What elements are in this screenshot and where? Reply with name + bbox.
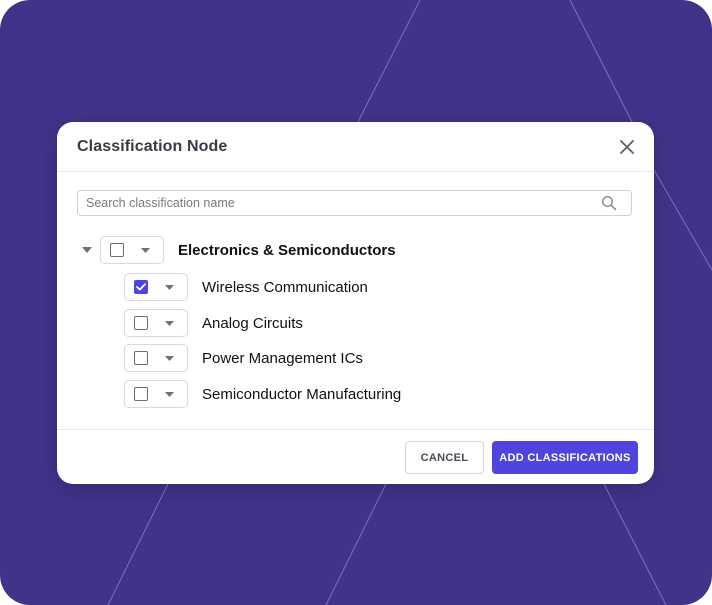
checkmark-icon xyxy=(136,283,146,291)
close-button[interactable] xyxy=(616,136,638,158)
header-divider xyxy=(57,171,654,172)
caret-down-icon xyxy=(164,320,174,326)
tree-node-label: Wireless Communication xyxy=(202,278,368,296)
dialog-title: Classification Node xyxy=(77,138,228,155)
caret-down-icon xyxy=(82,247,92,253)
options-dropdown[interactable] xyxy=(161,315,177,331)
tree-row-child: Wireless Communication xyxy=(124,273,368,301)
child-checkbox[interactable] xyxy=(134,351,148,365)
checkbox-group xyxy=(124,309,188,337)
tree-node-label: Power Management ICs xyxy=(202,349,363,367)
tree-row-child: Power Management ICs xyxy=(124,344,363,372)
tree-row-root: Electronics & Semiconductors xyxy=(79,236,396,264)
tree-node-label: Analog Circuits xyxy=(202,314,303,332)
root-checkbox[interactable] xyxy=(110,243,124,257)
close-icon xyxy=(620,140,634,154)
options-dropdown[interactable] xyxy=(161,279,177,295)
checkbox-group xyxy=(100,236,164,264)
classification-dialog: Classification Node Search classificatio… xyxy=(57,122,654,484)
tree-row-child: Semiconductor Manufacturing xyxy=(124,380,401,408)
options-dropdown[interactable] xyxy=(137,242,153,258)
caret-down-icon xyxy=(164,391,174,397)
expand-toggle[interactable] xyxy=(79,242,95,258)
search-input[interactable] xyxy=(78,191,601,215)
footer-divider xyxy=(57,429,654,430)
caret-down-icon xyxy=(164,355,174,361)
search-box xyxy=(77,190,632,216)
caret-down-icon xyxy=(140,247,150,253)
tree-row-child: Analog Circuits xyxy=(124,309,303,337)
options-dropdown[interactable] xyxy=(161,386,177,402)
checkbox-group xyxy=(124,380,188,408)
tree-node-label: Electronics & Semiconductors xyxy=(178,241,396,259)
caret-down-icon xyxy=(164,284,174,290)
search-icon[interactable] xyxy=(601,195,617,211)
child-checkbox-checked[interactable] xyxy=(134,280,148,294)
app-background: Classification Node Search classificatio… xyxy=(0,0,712,605)
child-checkbox[interactable] xyxy=(134,387,148,401)
child-checkbox[interactable] xyxy=(134,316,148,330)
cancel-button[interactable]: CANCEL xyxy=(405,441,484,474)
add-classifications-button[interactable]: ADD CLASSIFICATIONS xyxy=(492,441,638,474)
checkbox-group xyxy=(124,344,188,372)
tree-node-label: Semiconductor Manufacturing xyxy=(202,385,402,403)
checkbox-group xyxy=(124,273,188,301)
options-dropdown[interactable] xyxy=(161,350,177,366)
